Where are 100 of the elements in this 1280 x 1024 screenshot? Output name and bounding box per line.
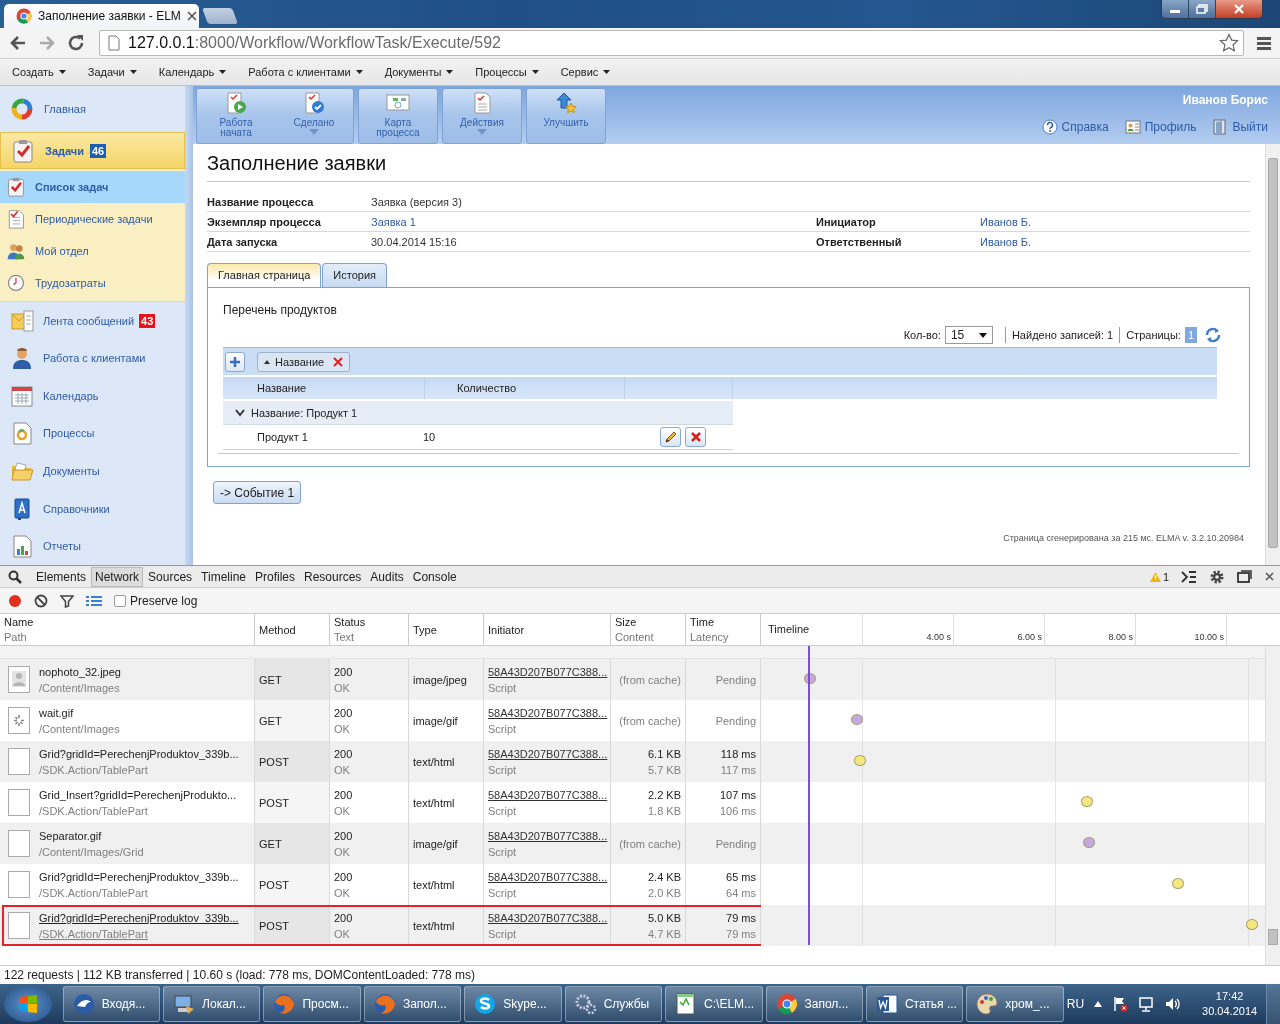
initiator-link[interactable]: 58A43D207B077C388...	[488, 911, 608, 924]
request-path[interactable]: /SDK.Action/TablePart	[39, 804, 148, 817]
browser-tab[interactable]: Заполнение заявки - ELM	[4, 4, 199, 28]
taskbar-button[interactable]: Входя...	[62, 986, 161, 1022]
column-header[interactable]: Status	[334, 616, 408, 628]
minimize-button[interactable]	[1162, 0, 1189, 18]
toolbar-button[interactable]: Карта процесса	[359, 89, 437, 143]
scrollbar[interactable]	[1265, 144, 1280, 565]
clear-icon[interactable]	[34, 593, 48, 608]
sidebar-item[interactable]: Документы	[0, 452, 185, 490]
request-name[interactable]: nophoto_32.jpeg	[39, 665, 121, 678]
menu-item[interactable]: Создать	[12, 66, 66, 78]
taskbar-button[interactable]: Локал...	[163, 986, 261, 1022]
menu-item[interactable]: Сервис	[560, 66, 611, 78]
remove-icon[interactable]	[333, 356, 344, 367]
devtools-tab[interactable]: Sources	[144, 566, 197, 587]
start-button[interactable]	[4, 986, 52, 1022]
request-path[interactable]: /Content/Images	[39, 722, 120, 735]
request-path[interactable]: /SDK.Action/TablePart	[39, 927, 148, 940]
taskbar-button[interactable]: Skype...	[464, 986, 562, 1022]
menu-item[interactable]: Задачи	[87, 66, 137, 78]
address-field[interactable]: 127.0.0.1:8000/Workflow/WorkflowTask/Execute/592	[99, 30, 1244, 56]
initiator-link[interactable]: 58A43D207B077C388...	[488, 665, 608, 678]
header-link[interactable]: Выйти	[1212, 119, 1268, 135]
column-header[interactable]: Method	[259, 623, 329, 636]
taskbar-button[interactable]: Статья ...	[865, 986, 964, 1022]
taskbar-button[interactable]: Запол...	[363, 986, 462, 1022]
request-row[interactable]: Grid?gridId=PerechenjProduktov_339b... /SDK.Action/TablePart POST 200 OK text/html 58A43D207B077C388... Script 5.0 KB 4.7 KB 79 ms 79 ms	[0, 905, 761, 946]
menu-icon[interactable]	[1256, 36, 1272, 50]
taskbar-button[interactable]: C:\ELM...	[665, 986, 763, 1022]
header-link[interactable]: Справка	[1041, 119, 1109, 135]
taskbar-button[interactable]: Службы	[564, 986, 663, 1022]
initiator-link[interactable]: 58A43D207B077C388...	[488, 870, 608, 883]
request-path[interactable]: /SDK.Action/TablePart	[39, 763, 148, 776]
column-subheader[interactable]: Path	[4, 631, 254, 643]
sidebar-item[interactable]: Список задач	[0, 170, 185, 203]
group-row[interactable]: Название: Продукт 1	[223, 401, 733, 425]
sidebar-item[interactable]: Лента сообщений 43	[0, 301, 185, 340]
devtools-tab[interactable]: Elements	[32, 566, 91, 587]
edit-button[interactable]	[660, 427, 681, 447]
request-name[interactable]: Grid?gridId=PerechenjProduktov_339b...	[39, 911, 239, 924]
column-header[interactable]: Timeline	[768, 623, 810, 635]
refresh-icon[interactable]	[1204, 326, 1222, 344]
taskbar-button[interactable]: Запол...	[765, 986, 863, 1022]
toolbar-button[interactable]: Работа начата	[197, 89, 275, 143]
field-link[interactable]: Заявка 1	[371, 215, 816, 228]
column-subheader[interactable]: Latency	[690, 631, 760, 643]
field-link[interactable]: Иванов Б.	[980, 235, 1250, 248]
devtools-tab[interactable]: Audits	[366, 566, 408, 587]
sidebar-item[interactable]: Периодические задачи	[0, 202, 185, 235]
scrollbar[interactable]	[1265, 646, 1280, 965]
volume-icon[interactable]	[1164, 996, 1181, 1012]
restore-button[interactable]	[1189, 0, 1216, 18]
settings-icon[interactable]	[1209, 568, 1225, 585]
group-chip[interactable]: Название	[257, 351, 351, 372]
new-tab-button[interactable]	[202, 8, 238, 24]
devtools-tab[interactable]: Network	[91, 566, 144, 587]
toolbar-button[interactable]: Сделано	[275, 89, 353, 143]
field-link[interactable]: Иванов Б.	[980, 215, 1250, 228]
menu-item[interactable]: Процессы	[475, 66, 539, 78]
request-name[interactable]: wait.gif	[39, 706, 74, 719]
devtools-tab[interactable]: Timeline	[197, 566, 250, 587]
devtools-tab[interactable]: Resources	[300, 566, 366, 587]
search-icon[interactable]	[8, 569, 22, 584]
delete-button[interactable]	[685, 427, 706, 447]
tray-arrow-icon[interactable]	[1094, 1001, 1103, 1007]
sidebar-item[interactable]: Календарь	[0, 377, 185, 415]
console-drawer-icon[interactable]	[1181, 570, 1197, 583]
toolbar-button[interactable]: Улучшить	[527, 89, 605, 143]
initiator-link[interactable]: 58A43D207B077C388...	[488, 747, 608, 760]
count-dropdown[interactable]: 15	[944, 326, 993, 344]
sidebar-item[interactable]: Отчеты	[0, 527, 185, 565]
tab[interactable]: Главная страница	[207, 263, 322, 287]
column-subheader[interactable]: Content	[615, 631, 685, 643]
clock[interactable]: 17:42 30.04.2014	[1202, 989, 1258, 1019]
request-path[interactable]: /SDK.Action/TablePart	[39, 886, 148, 899]
devtools-tab[interactable]: Console	[408, 566, 461, 587]
taskbar-button[interactable]: хром_...	[966, 986, 1064, 1022]
sidebar-item[interactable]: Мой отдел	[0, 234, 185, 267]
request-name[interactable]: Grid?gridId=PerechenjProduktov_339b...	[39, 870, 239, 883]
sidebar-item[interactable]: Задачи 46	[0, 132, 185, 169]
record-icon[interactable]	[8, 593, 22, 608]
filter-icon[interactable]	[60, 593, 74, 608]
request-name[interactable]: Grid?gridId=PerechenjProduktov_339b...	[39, 747, 239, 760]
checkbox[interactable]	[114, 594, 126, 607]
menu-item[interactable]: Документы	[384, 66, 454, 78]
sidebar-item[interactable]: Трудозатраты	[0, 266, 185, 299]
close-icon[interactable]	[1265, 572, 1274, 581]
column-header[interactable]: Size	[615, 616, 685, 628]
devtools-tab[interactable]: Profiles	[251, 566, 299, 587]
star-icon[interactable]	[1219, 33, 1239, 53]
add-button[interactable]	[225, 351, 245, 372]
close-button[interactable]	[1216, 0, 1262, 18]
request-name[interactable]: Separator.gif	[39, 829, 102, 842]
dock-icon[interactable]	[1237, 569, 1253, 584]
initiator-link[interactable]: 58A43D207B077C388...	[488, 706, 608, 719]
column-header[interactable]: Time	[690, 616, 760, 628]
header-link[interactable]: Профиль	[1124, 119, 1197, 135]
column-header[interactable]: Name	[4, 616, 254, 628]
request-path[interactable]: /Content/Images	[39, 681, 120, 694]
